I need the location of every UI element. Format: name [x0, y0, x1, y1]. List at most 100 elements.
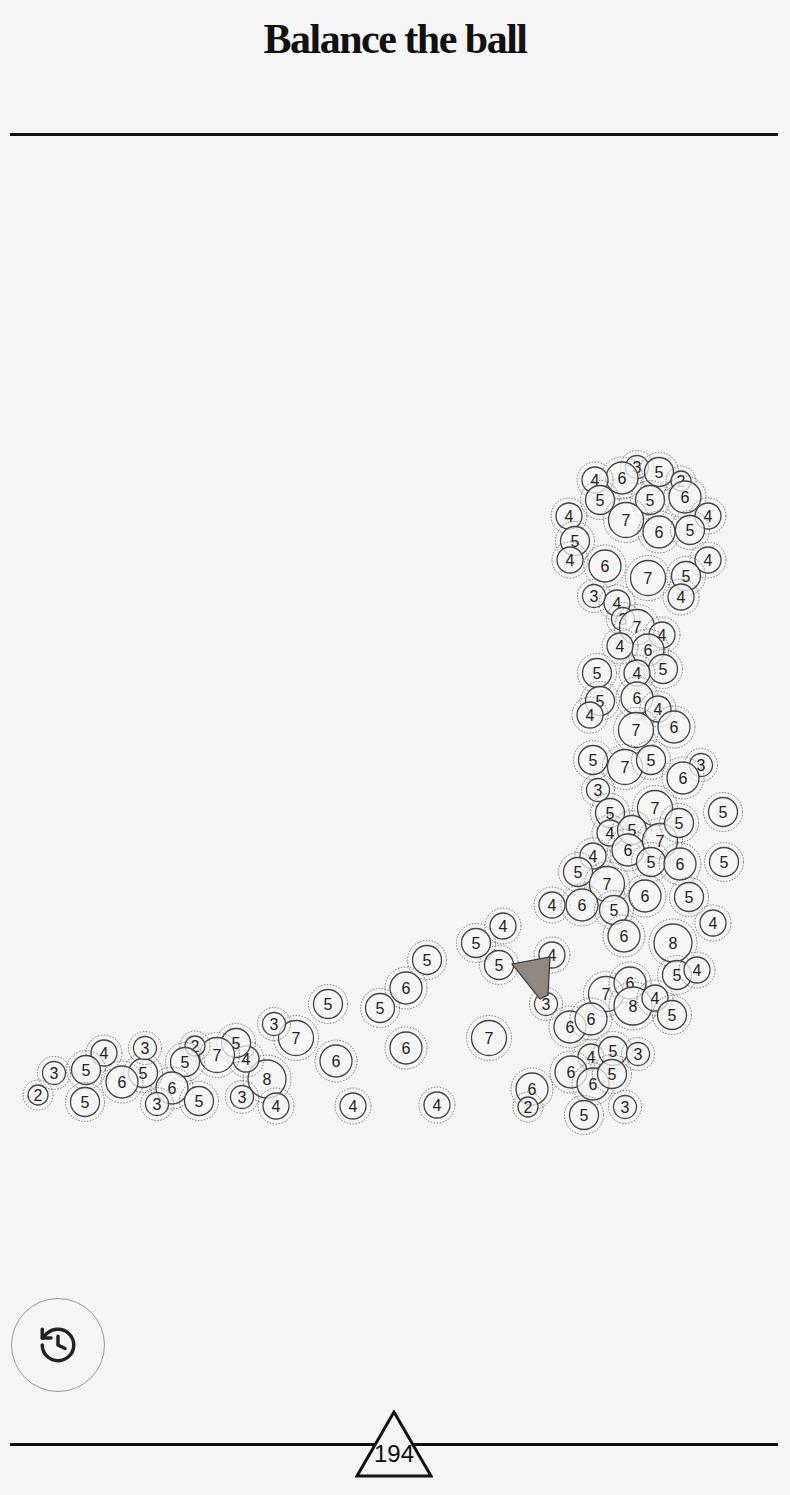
svg-text:4: 4: [548, 897, 557, 914]
game-page: Balance the ball356425564476554647543437…: [0, 0, 790, 1495]
ball: 4: [485, 908, 521, 944]
svg-text:7: 7: [602, 986, 611, 1003]
ball: 5: [67, 1051, 106, 1090]
ball: 5: [180, 1082, 219, 1121]
ball: 4: [552, 542, 588, 578]
svg-text:6: 6: [332, 1053, 341, 1070]
svg-text:4: 4: [499, 918, 508, 935]
svg-text:6: 6: [624, 842, 633, 859]
top-rule: [10, 133, 778, 136]
svg-text:6: 6: [676, 856, 685, 873]
ball: 5: [457, 924, 496, 963]
svg-text:5: 5: [376, 1000, 385, 1017]
svg-text:5: 5: [596, 492, 605, 509]
svg-text:6: 6: [601, 558, 610, 575]
game-board[interactable]: 3564255644765546475434374645456544765753…: [0, 136, 790, 1443]
ball: 4: [258, 1088, 294, 1124]
ball: 5: [593, 1055, 632, 1094]
svg-text:7: 7: [292, 1030, 301, 1047]
svg-text:8: 8: [669, 935, 678, 952]
ball: 6: [624, 875, 666, 917]
ball: 5: [565, 1096, 604, 1135]
ball: 2: [23, 1080, 53, 1110]
svg-text:5: 5: [647, 752, 656, 769]
svg-text:6: 6: [402, 980, 411, 997]
svg-text:8: 8: [263, 1071, 272, 1088]
svg-text:7: 7: [621, 759, 630, 776]
svg-text:5: 5: [673, 967, 682, 984]
svg-text:7: 7: [213, 1047, 222, 1064]
svg-text:7: 7: [644, 570, 653, 587]
svg-text:6: 6: [618, 470, 627, 487]
ball: 6: [603, 915, 645, 957]
svg-text:6: 6: [681, 489, 690, 506]
ball: 6: [653, 706, 695, 748]
svg-text:5: 5: [606, 805, 615, 822]
ball: 4: [679, 952, 715, 988]
svg-text:6: 6: [679, 770, 688, 787]
ball: 5: [574, 741, 613, 780]
svg-text:6: 6: [118, 1074, 127, 1091]
svg-text:5: 5: [423, 952, 432, 969]
svg-text:3: 3: [621, 1099, 630, 1116]
svg-text:5: 5: [682, 568, 691, 585]
svg-text:5: 5: [668, 1007, 677, 1024]
svg-text:4: 4: [606, 825, 615, 842]
score-badge: 194: [355, 1410, 433, 1478]
balance-piece[interactable]: [512, 957, 550, 999]
ball: 5: [660, 804, 699, 843]
svg-text:3: 3: [634, 1046, 643, 1063]
svg-text:5: 5: [574, 864, 583, 881]
svg-text:6: 6: [644, 642, 653, 659]
svg-text:3: 3: [153, 1096, 162, 1113]
svg-text:4: 4: [566, 552, 575, 569]
board-canvas[interactable]: 3564255644765546475434374645456544765753…: [0, 136, 790, 1443]
svg-text:4: 4: [677, 589, 686, 606]
svg-text:2: 2: [34, 1087, 43, 1104]
ball: 6: [662, 757, 704, 799]
svg-text:3: 3: [141, 1040, 150, 1057]
reset-button[interactable]: [11, 1298, 105, 1392]
svg-text:5: 5: [659, 661, 668, 678]
svg-text:8: 8: [629, 998, 638, 1015]
svg-text:7: 7: [632, 722, 641, 739]
svg-text:5: 5: [324, 996, 333, 1013]
svg-text:4: 4: [704, 552, 713, 569]
score: 194: [355, 1440, 433, 1469]
svg-text:3: 3: [270, 1016, 279, 1033]
ball: 3: [38, 1057, 71, 1090]
svg-text:5: 5: [686, 522, 695, 539]
svg-text:5: 5: [608, 1066, 617, 1083]
svg-text:5: 5: [720, 854, 729, 871]
svg-text:7: 7: [622, 512, 631, 529]
svg-text:6: 6: [528, 1081, 537, 1098]
svg-text:5: 5: [195, 1093, 204, 1110]
svg-text:4: 4: [349, 1098, 358, 1115]
svg-text:3: 3: [50, 1065, 59, 1082]
svg-text:5: 5: [593, 665, 602, 682]
svg-text:4: 4: [616, 638, 625, 655]
ball: 6: [101, 1061, 143, 1103]
svg-text:5: 5: [81, 1094, 90, 1111]
ball: 4: [663, 579, 699, 615]
svg-text:6: 6: [641, 888, 650, 905]
ball: 5: [66, 1083, 105, 1122]
ball: 5: [671, 511, 710, 550]
svg-text:6: 6: [655, 524, 664, 541]
svg-text:5: 5: [181, 1054, 190, 1071]
svg-text:4: 4: [693, 962, 702, 979]
ball: 6: [638, 511, 680, 553]
svg-text:5: 5: [675, 815, 684, 832]
svg-text:3: 3: [590, 588, 599, 605]
ball: 5: [653, 996, 692, 1035]
ball: 5: [309, 985, 348, 1024]
ball: 3: [129, 1032, 162, 1065]
svg-text:4: 4: [651, 990, 660, 1007]
svg-text:4: 4: [633, 665, 642, 682]
svg-text:5: 5: [139, 1065, 148, 1082]
svg-text:5: 5: [580, 1107, 589, 1124]
svg-text:4: 4: [433, 1097, 442, 1114]
ball: 7: [467, 1016, 512, 1061]
svg-text:5: 5: [647, 854, 656, 871]
svg-text:5: 5: [82, 1062, 91, 1079]
